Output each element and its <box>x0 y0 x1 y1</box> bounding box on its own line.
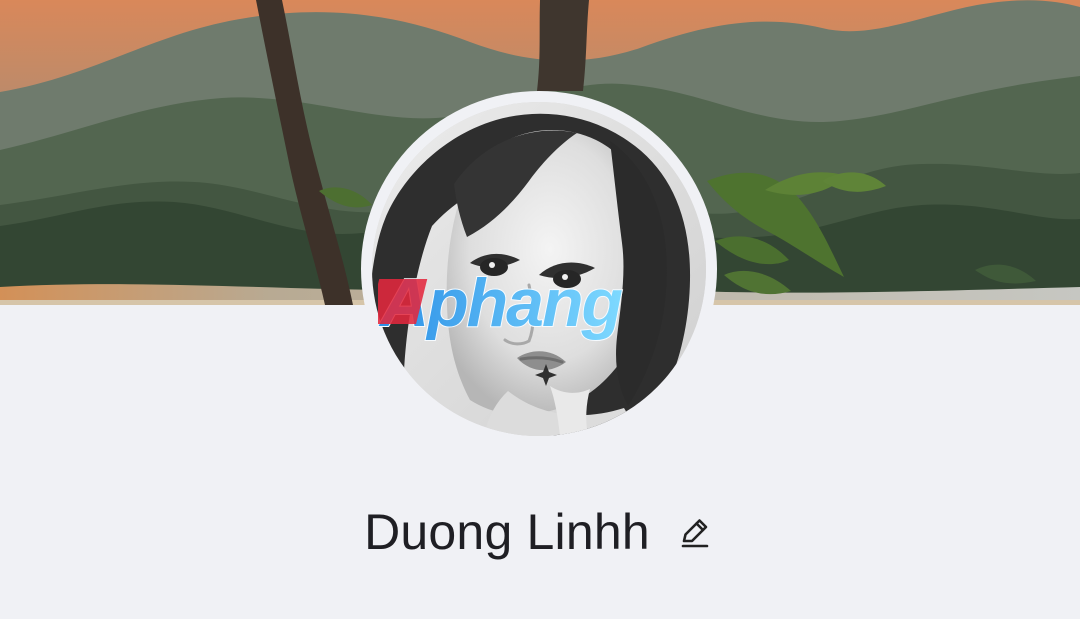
edit-name-button[interactable] <box>672 511 716 555</box>
profile-name-row: Duong Linhh <box>0 500 1080 564</box>
pencil-icon <box>681 519 709 548</box>
profile-avatar[interactable] <box>372 102 706 436</box>
profile-name: Duong Linhh <box>364 504 650 560</box>
